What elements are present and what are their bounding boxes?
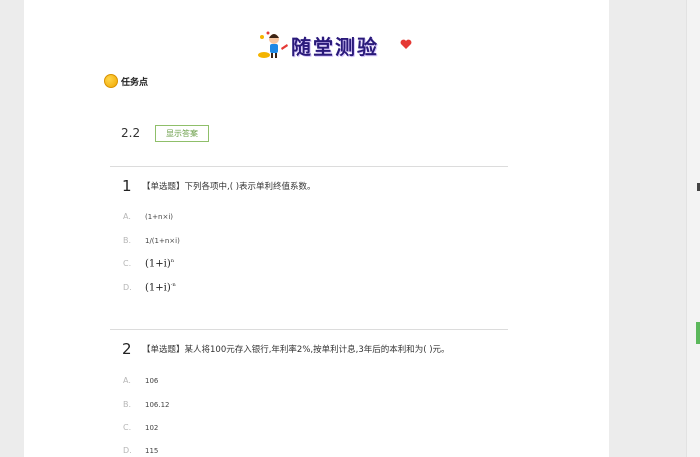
divider xyxy=(110,166,508,167)
vertical-scrollbar[interactable] xyxy=(686,0,700,457)
option-exponent: -n xyxy=(170,282,176,288)
quiz-banner: 随堂测验 xyxy=(254,28,414,62)
section-number: 2.2 xyxy=(121,126,141,140)
option-text: 106.12 xyxy=(145,401,170,409)
option-text: 115 xyxy=(145,447,159,455)
mascot-icon xyxy=(258,31,288,58)
option-text: (1+n×i) xyxy=(145,213,174,221)
question-2-text: 【单选题】某人将100元存入银行,年利率2%,按单利计息,3年后的本利和为( )… xyxy=(142,345,450,355)
question-2-option-c[interactable]: C. 102 xyxy=(123,423,158,432)
show-answer-button[interactable]: 显示答案 xyxy=(155,125,209,142)
task-dot-icon xyxy=(104,74,118,88)
question-1-text: 【单选题】下列各项中,( )表示单利终值系数。 xyxy=(142,182,316,192)
quiz-page: 随堂测验 任务点 2.2 显示答案 1 【单选题】下列各项中,( )表示单利终值… xyxy=(24,0,609,457)
option-text: (1+i)n xyxy=(145,258,174,270)
option-letter: B. xyxy=(123,400,132,409)
option-text: 102 xyxy=(145,424,159,432)
option-letter: A. xyxy=(123,376,131,385)
option-letter: D. xyxy=(123,283,132,293)
task-label: 任务点 xyxy=(121,77,149,88)
option-letter: A. xyxy=(123,212,131,221)
question-2-option-d[interactable]: D. 115 xyxy=(123,446,158,455)
option-letter: C. xyxy=(123,259,132,269)
option-letter: B. xyxy=(123,236,132,245)
question-2-option-a[interactable]: A. 106 xyxy=(123,376,158,385)
option-letter: D. xyxy=(123,446,132,455)
question-1-option-c[interactable]: C. (1+i)n xyxy=(123,258,174,269)
question-1-number: 1 xyxy=(122,177,132,195)
option-letter: C. xyxy=(123,423,132,432)
side-panel-tab[interactable] xyxy=(696,322,700,344)
divider xyxy=(110,329,508,330)
question-1-option-b[interactable]: B. 1/(1+n×i) xyxy=(123,236,180,245)
question-1-option-d[interactable]: D. (1+i)-n xyxy=(123,282,176,293)
banner-title: 随堂测验 xyxy=(291,35,379,59)
option-text: (1+i)-n xyxy=(145,282,176,294)
question-1-option-a[interactable]: A. (1+n×i) xyxy=(123,212,173,221)
option-text: 1/(1+n×i) xyxy=(145,237,180,245)
option-text: 106 xyxy=(145,377,159,385)
heart-icon xyxy=(400,39,412,49)
right-gutter xyxy=(609,0,686,457)
question-2-number: 2 xyxy=(122,340,132,358)
question-2-option-b[interactable]: B. 106.12 xyxy=(123,400,170,409)
task-point: 任务点 xyxy=(104,74,148,88)
option-exponent: n xyxy=(170,258,174,264)
